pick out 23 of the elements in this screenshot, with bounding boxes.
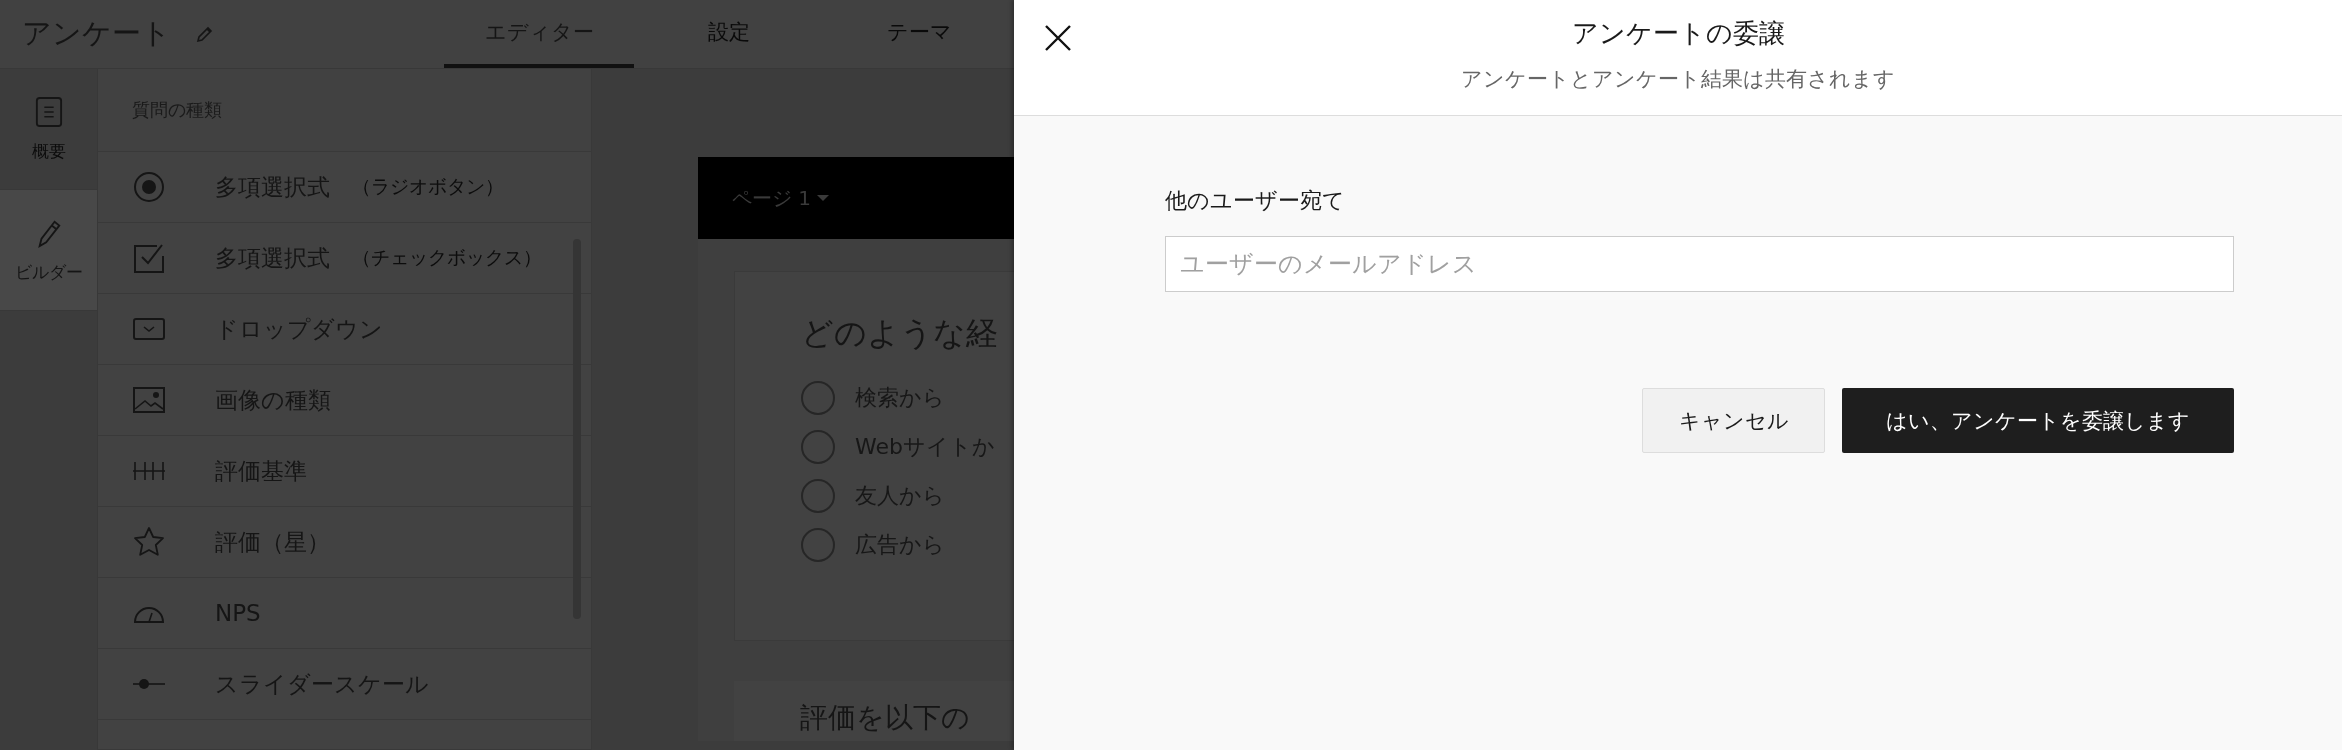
editor-tab[interactable]: 設定 bbox=[634, 0, 824, 68]
dialog-subtitle: アンケートとアンケート結果は共有されます bbox=[1461, 66, 1895, 93]
scale-icon bbox=[133, 460, 165, 482]
confirm-button[interactable]: はい、アンケートを委譲します bbox=[1842, 388, 2234, 453]
radio-button[interactable] bbox=[801, 381, 835, 415]
caret-icon bbox=[817, 195, 830, 201]
image-icon bbox=[133, 387, 165, 413]
cancel-button[interactable]: キャンセル bbox=[1642, 388, 1825, 453]
radio-button[interactable] bbox=[801, 528, 835, 562]
slider-icon bbox=[133, 678, 165, 690]
radio-icon bbox=[133, 171, 165, 203]
radio-button[interactable] bbox=[801, 479, 835, 513]
close-icon[interactable] bbox=[1044, 24, 1072, 52]
checkbox-icon bbox=[133, 242, 165, 274]
star-icon bbox=[133, 526, 165, 558]
dialog-title: アンケートの委譲 bbox=[1571, 17, 1785, 50]
email-input[interactable]: ユーザーのメールアドレス bbox=[1165, 236, 2234, 292]
page-dropdown[interactable]: ページ 1 bbox=[732, 184, 830, 212]
dropdown-icon bbox=[133, 318, 165, 340]
radio-button[interactable] bbox=[801, 430, 835, 464]
pencil-icon[interactable] bbox=[195, 24, 215, 44]
field-label: 他のユーザー宛て bbox=[1165, 187, 1346, 215]
document-icon bbox=[34, 95, 63, 128]
